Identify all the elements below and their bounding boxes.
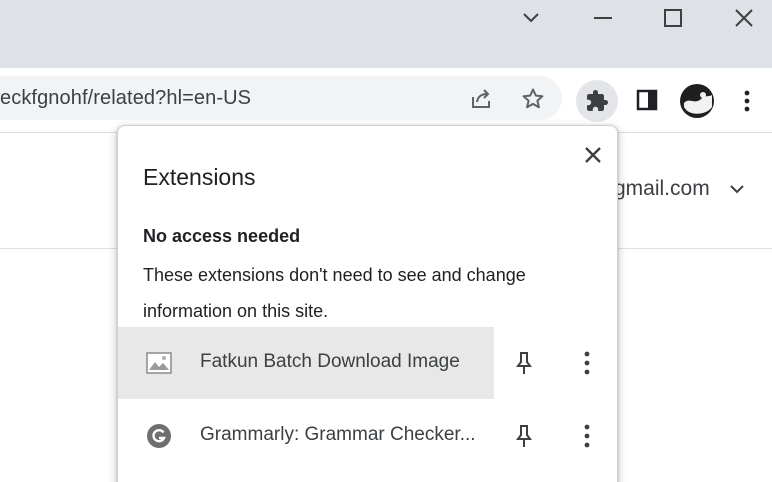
section-description: These extensions don't need to see and c…	[143, 265, 526, 321]
extension-more-button[interactable]	[575, 346, 599, 380]
chevron-down-icon	[523, 13, 539, 23]
profile-button[interactable]	[679, 83, 715, 119]
chrome-menu-button[interactable]	[736, 87, 758, 115]
grammarly-icon	[146, 423, 172, 449]
extensions-popup: Extensions No access needed These extens…	[117, 125, 618, 482]
extension-item-grammarly[interactable]: Grammarly: Grammar Checker...	[118, 400, 494, 472]
bookmark-button[interactable]	[519, 85, 547, 113]
pin-extension-button[interactable]	[513, 421, 535, 451]
url-text[interactable]: eckfgnohf/related?hl=en-US	[0, 87, 251, 110]
pin-extension-button[interactable]	[513, 348, 535, 378]
extension-name: Fatkun Batch Download Image	[200, 351, 460, 372]
browser-toolbar: eckfgnohf/related?hl=en-US	[0, 68, 772, 133]
extension-item-fatkun[interactable]: Fatkun Batch Download Image	[118, 327, 494, 399]
chevron-down-icon[interactable]	[728, 183, 746, 195]
tab-search-button[interactable]	[501, 0, 561, 36]
pin-icon	[516, 425, 532, 447]
maximize-icon	[664, 9, 682, 27]
extension-more-button[interactable]	[575, 419, 599, 453]
image-icon	[146, 350, 172, 376]
bookmark-star-icon	[522, 88, 544, 109]
title-bar	[0, 0, 772, 68]
close-icon	[735, 9, 753, 27]
popup-title: Extensions	[143, 164, 256, 190]
profile-avatar-icon	[680, 84, 714, 118]
maximize-button[interactable]	[643, 0, 703, 36]
address-bar[interactable]: eckfgnohf/related?hl=en-US	[0, 76, 562, 120]
close-icon	[585, 147, 601, 163]
extension-name: Grammarly: Grammar Checker...	[200, 424, 476, 445]
side-panel-button[interactable]	[634, 87, 660, 113]
share-icon	[472, 89, 490, 108]
extensions-puzzle-icon	[587, 90, 608, 111]
account-email[interactable]: gmail.com	[614, 177, 710, 201]
close-window-button[interactable]	[714, 0, 772, 36]
more-vert-icon	[584, 351, 590, 375]
share-button[interactable]	[467, 85, 495, 113]
section-heading: No access needed	[143, 226, 301, 246]
more-vert-icon	[584, 424, 590, 448]
extensions-button[interactable]	[576, 80, 618, 122]
minimize-icon	[594, 17, 612, 19]
more-vert-icon	[744, 90, 750, 112]
pin-icon	[516, 352, 532, 374]
minimize-button[interactable]	[573, 0, 633, 36]
side-panel-icon	[636, 89, 658, 111]
popup-close-button[interactable]	[580, 142, 606, 168]
